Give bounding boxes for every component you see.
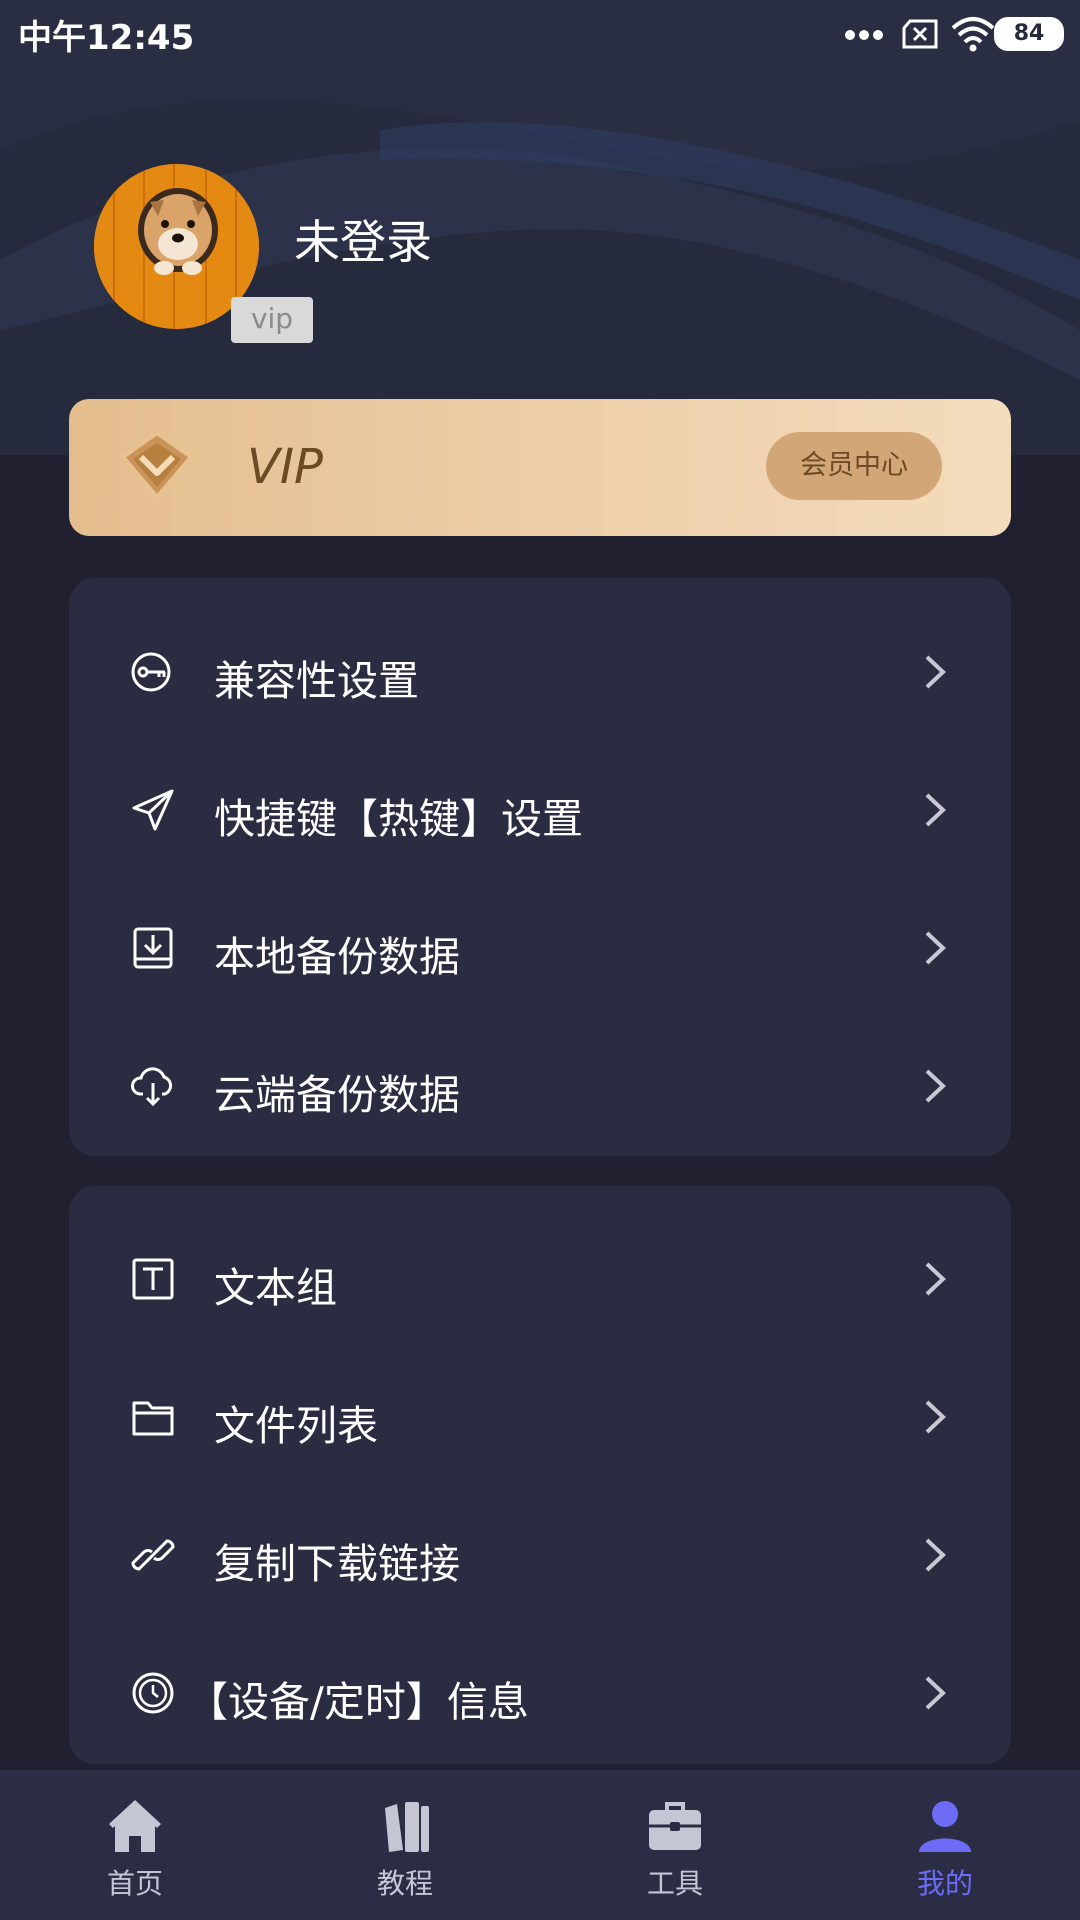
menu-label: 文件列表 [214,1402,378,1450]
paper-plane-icon [132,789,174,831]
tab-tools[interactable]: 工具 [575,1770,775,1920]
toolbox-icon [649,1802,701,1850]
menu-label: 【设备/定时】信息 [187,1678,529,1726]
wifi-icon [951,17,995,52]
folder-icon [132,1401,174,1436]
vip-label: VIP [247,439,323,495]
home-icon [109,1800,161,1852]
menu-item-local-backup[interactable]: 本地备份数据 [69,879,1011,1017]
status-bar: 中午12:45 84 [0,0,1080,66]
menu-item-compatibility[interactable]: 兼容性设置 [69,603,1011,741]
menu-item-device-timer-info[interactable]: 【设备/定时】信息 [69,1624,1011,1762]
menu-item-copy-download-link[interactable]: 复制下载链接 [69,1486,1011,1624]
chevron-right-icon [925,1676,946,1710]
tab-label: 首页 [106,1867,163,1900]
sim-off-icon [902,19,938,49]
key-icon [131,652,171,692]
menu-label: 云端备份数据 [214,1071,460,1119]
status-icons: 84 [844,14,1064,54]
tab-label: 教程 [376,1867,433,1900]
menu-label: 快捷键【热键】设置 [214,795,583,843]
chevron-right-icon [925,1069,946,1103]
menu-label: 复制下载链接 [214,1540,460,1588]
user-icon [919,1801,971,1852]
cloud-download-icon [131,1067,173,1107]
chevron-right-icon [925,1400,946,1434]
menu-item-file-list[interactable]: 文件列表 [69,1348,1011,1486]
chevron-right-icon [925,655,946,689]
tab-mine[interactable]: 我的 [845,1770,1045,1920]
tab-home[interactable]: 首页 [35,1770,235,1920]
chevron-right-icon [925,793,946,827]
menu-item-cloud-backup[interactable]: 云端备份数据 [69,1017,1011,1155]
tab-label: 我的 [916,1867,973,1900]
member-center-button[interactable]: 会员中心 [766,432,942,500]
chevron-right-icon [925,1538,946,1572]
download-box-icon [133,927,173,969]
status-time: 中午12:45 [18,18,195,58]
bottom-tab-bar: 首页 教程 工具 我的 [0,1770,1080,1920]
vip-banner[interactable]: VIP 会员中心 [69,399,1011,536]
text-box-icon [132,1258,174,1300]
tab-label: 工具 [646,1867,703,1900]
battery-icon: 84 [994,17,1064,51]
tab-tutorial[interactable]: 教程 [305,1770,505,1920]
clock-icon [132,1672,174,1714]
tools-menu-card: 文本组 文件列表 复制下载链接 【设备/定时】信息 [69,1186,1011,1764]
menu-label: 文本组 [214,1264,337,1312]
settings-menu-card: 兼容性设置 快捷键【热键】设置 本地备份数据 云端备份数据 [69,578,1011,1156]
menu-label: 本地备份数据 [214,933,460,981]
chevron-right-icon [925,1262,946,1296]
user-name[interactable]: 未登录 [294,206,432,272]
chevron-right-icon [925,931,946,965]
vip-tag: vip [231,297,313,343]
link-icon [131,1539,175,1571]
menu-item-hotkey[interactable]: 快捷键【热键】设置 [69,741,1011,879]
menu-item-text-group[interactable]: 文本组 [69,1210,1011,1348]
more-dots-icon [845,30,883,40]
books-icon [385,1802,429,1852]
menu-label: 兼容性设置 [214,657,419,705]
diamond-badge-icon [120,430,194,501]
